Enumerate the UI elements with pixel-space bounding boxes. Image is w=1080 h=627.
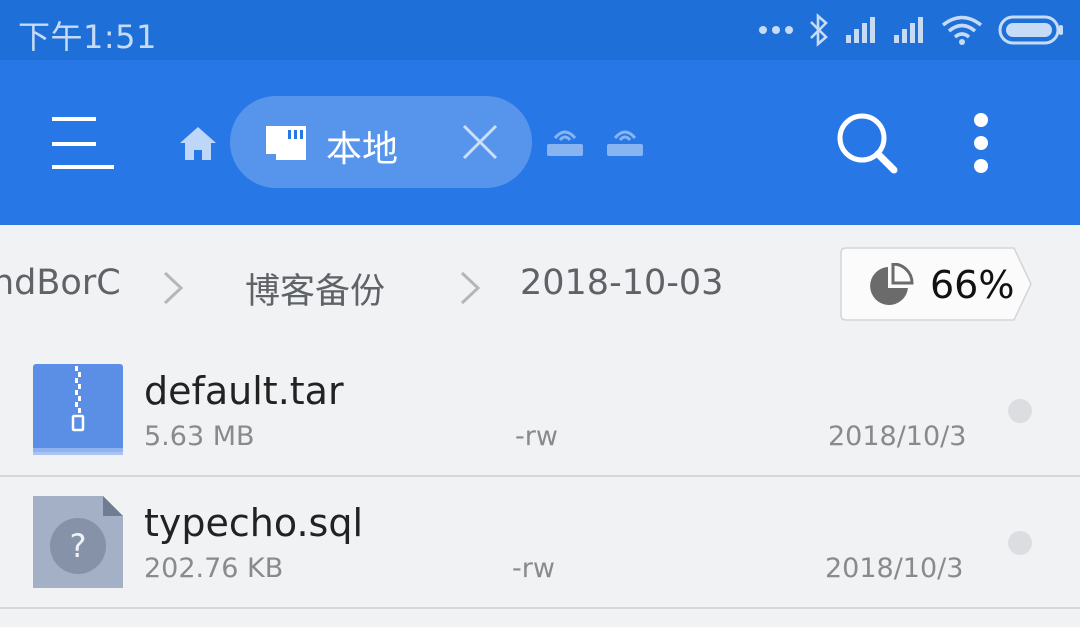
question-mark: ? <box>70 527 87 565</box>
wifi-icon <box>941 15 983 45</box>
file-size: 5.63 MB <box>144 421 255 452</box>
file-permissions: -rw <box>515 421 558 452</box>
sd-card-icon <box>266 126 306 160</box>
storage-usage-percent: 66% <box>930 263 1015 307</box>
home-button[interactable] <box>178 124 218 162</box>
more-vert-icon <box>974 113 988 173</box>
breadcrumb-item-current[interactable]: 2018-10-03 <box>520 263 723 303</box>
battery-icon <box>998 15 1063 45</box>
unknown-file-icon: ? <box>33 496 123 588</box>
more-options-button[interactable] <box>968 112 994 174</box>
breadcrumb: ndBorC 博客备份 2018-10-03 66% <box>0 225 1080 345</box>
signal-icon <box>894 17 923 43</box>
storage-tab-label: 本地 <box>326 129 399 170</box>
storage-usage-badge[interactable]: 66% <box>840 247 1032 321</box>
network-drive-icon <box>607 130 643 156</box>
network-drive-button[interactable] <box>605 124 645 158</box>
file-date: 2018/10/3 <box>828 421 967 452</box>
menu-button[interactable] <box>52 115 114 171</box>
bluetooth-icon <box>810 13 828 47</box>
search-button[interactable] <box>834 110 900 176</box>
status-time: 下午1:51 <box>18 18 157 56</box>
breadcrumb-item[interactable]: 博客备份 <box>245 263 385 314</box>
status-bar: 下午1:51 <box>0 0 1080 60</box>
select-checkbox[interactable] <box>1008 399 1032 423</box>
storage-tab[interactable]: 本地 <box>230 96 532 188</box>
divider <box>0 607 1080 609</box>
select-checkbox[interactable] <box>1008 531 1032 555</box>
chevron-right-icon <box>163 271 184 305</box>
file-permissions: -rw <box>512 553 555 584</box>
menu-icon <box>52 117 114 169</box>
search-icon <box>837 113 898 174</box>
file-name: default.tar <box>144 369 344 413</box>
toolbar: 本地 <box>0 60 1080 225</box>
close-icon[interactable] <box>460 122 500 162</box>
file-size: 202.76 KB <box>144 553 284 584</box>
list-item[interactable]: default.tar 5.63 MB -rw 2018/10/3 <box>0 345 1080 475</box>
status-icons <box>758 12 1064 48</box>
file-date: 2018/10/3 <box>825 553 964 584</box>
file-name: typecho.sql <box>144 501 364 545</box>
signal-icon <box>846 17 875 43</box>
dots-icon <box>759 26 793 34</box>
archive-icon <box>33 364 123 455</box>
home-icon <box>180 127 216 160</box>
breadcrumb-item[interactable]: ndBorC <box>0 263 121 303</box>
chevron-right-icon <box>460 271 481 305</box>
pie-chart-icon <box>870 263 914 305</box>
network-drive-button[interactable] <box>545 124 585 158</box>
list-item[interactable]: ? typecho.sql 202.76 KB -rw 2018/10/3 <box>0 477 1080 607</box>
network-drive-icon <box>547 130 583 156</box>
